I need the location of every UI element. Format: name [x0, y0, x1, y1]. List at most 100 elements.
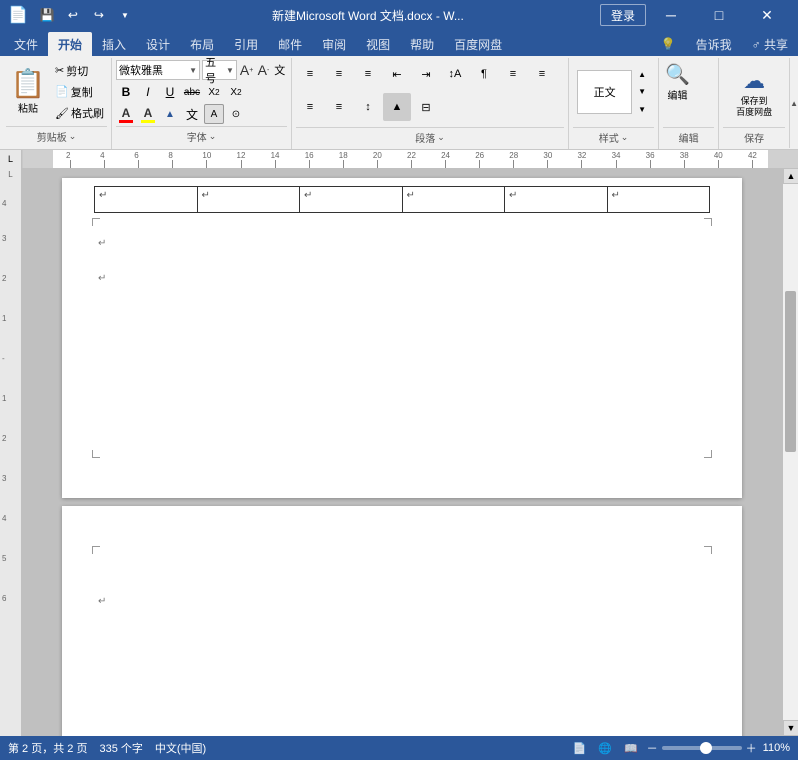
tab-file[interactable]: 文件: [4, 32, 48, 56]
qat-save-button[interactable]: 💾: [36, 4, 58, 26]
para-mark: ↵: [99, 190, 107, 201]
scroll-down-button[interactable]: ▼: [783, 720, 798, 736]
qat-customize-button[interactable]: ▼: [114, 4, 136, 26]
change-case-button[interactable]: 文: [273, 60, 287, 80]
numbering-button[interactable]: ≡: [325, 60, 353, 88]
indent-increase-button[interactable]: ⇥: [412, 60, 440, 88]
bullets-button[interactable]: ≡: [296, 60, 324, 88]
table-row-1[interactable]: ↵ ↵ ↵ ↵ ↵ ↵: [95, 187, 710, 213]
paste-label: 粘贴: [18, 100, 38, 115]
document-page-1[interactable]: ↵ ↵ ↵ ↵ ↵ ↵ ↵ ↵: [62, 178, 742, 498]
align-right-button[interactable]: ≡: [296, 93, 324, 121]
tab-review[interactable]: 审阅: [312, 32, 356, 56]
qat-redo-button[interactable]: ↪: [88, 4, 110, 26]
superscript-button[interactable]: X2: [226, 82, 246, 102]
font-color-button[interactable]: A: [116, 104, 136, 124]
zoom-track[interactable]: [662, 746, 742, 750]
tab-references[interactable]: 引用: [224, 32, 268, 56]
vruler-num-4: 4: [2, 199, 6, 208]
view-web-button[interactable]: 🌐: [595, 742, 615, 755]
tab-home[interactable]: 开始: [48, 32, 92, 56]
tab-design[interactable]: 设计: [136, 32, 180, 56]
scroll-up-button[interactable]: ▲: [783, 168, 798, 184]
paragraph-expand-button[interactable]: ⌄: [437, 132, 445, 143]
document-table[interactable]: ↵ ↵ ↵ ↵ ↵ ↵: [94, 186, 710, 213]
text-highlight-button[interactable]: A: [138, 104, 158, 124]
zoom-thumb[interactable]: [700, 742, 712, 754]
view-read-button[interactable]: 📖: [621, 742, 641, 755]
indent-decrease-button[interactable]: ⇤: [383, 60, 411, 88]
clipboard-expand-button[interactable]: ⌄: [69, 131, 77, 142]
zoom-plus-button[interactable]: ＋: [746, 740, 757, 756]
font-name-select[interactable]: 微软雅黑 ▼: [116, 60, 200, 80]
bold-button[interactable]: B: [116, 82, 136, 102]
table-cell-1-4[interactable]: ↵: [402, 187, 505, 213]
vertical-scrollbar[interactable]: ▲ ▼: [782, 168, 798, 736]
subscript-button[interactable]: X2: [204, 82, 224, 102]
justify-button[interactable]: ≡: [325, 93, 353, 121]
align-left-button[interactable]: ≡: [499, 60, 527, 88]
font-expand-button[interactable]: ⌄: [209, 131, 217, 142]
zoom-minus-button[interactable]: －: [647, 740, 658, 756]
para-mark: ↵: [202, 190, 210, 201]
borders-button[interactable]: ⊟: [412, 93, 440, 121]
decrease-font-button[interactable]: A-: [256, 60, 270, 80]
italic-button[interactable]: I: [138, 82, 158, 102]
char-border-button[interactable]: A: [204, 104, 224, 124]
close-button[interactable]: ✕: [744, 0, 790, 30]
char-spacing-button[interactable]: 文: [182, 104, 202, 124]
signin-button[interactable]: 登录: [600, 4, 646, 26]
view-print-button[interactable]: 📄: [570, 742, 590, 755]
format-painter-button[interactable]: 🖌 格式刷: [52, 104, 107, 122]
tab-baidu[interactable]: 百度网盘: [444, 32, 512, 56]
save-to-baidu-button[interactable]: ☁ 保存到百度网盘: [723, 64, 785, 122]
tab-lightbulb[interactable]: 💡: [651, 32, 686, 56]
cut-button[interactable]: ✂ 剪切: [52, 62, 107, 80]
table-cell-1-3[interactable]: ↵: [300, 187, 403, 213]
normal-style-button[interactable]: 正文: [577, 70, 632, 114]
font-size-select[interactable]: 五号 ▼: [202, 60, 237, 80]
scrollbar-track[interactable]: [783, 184, 798, 720]
styles-group-label: 样式 ⌄: [573, 127, 654, 147]
tab-layout[interactable]: 布局: [180, 32, 224, 56]
scrollbar-thumb[interactable]: [785, 291, 796, 452]
tab-tellme[interactable]: 告诉我: [686, 32, 742, 56]
document-area[interactable]: ↵ ↵ ↵ ↵ ↵ ↵ ↵ ↵ ↵: [22, 168, 782, 736]
tab-share[interactable]: ♂ 共享: [742, 32, 798, 56]
editing-group-label: 编辑: [663, 127, 714, 147]
styles-expand-button[interactable]: ⌄: [621, 132, 629, 143]
minimize-button[interactable]: ─: [648, 0, 694, 30]
find-button[interactable]: 🔍 编辑: [663, 60, 692, 104]
tab-mailings[interactable]: 邮件: [268, 32, 312, 56]
tab-view[interactable]: 视图: [356, 32, 400, 56]
qat-undo-button[interactable]: ↩: [62, 4, 84, 26]
font-color-row: A A ▲ 文 A ⊙: [116, 104, 287, 124]
show-marks-button[interactable]: ¶: [470, 60, 498, 88]
tab-help[interactable]: 帮助: [400, 32, 444, 56]
paste-button[interactable]: 📋 粘贴: [6, 60, 50, 124]
ribbon-collapse-button[interactable]: ▲: [789, 58, 798, 148]
table-cell-1-2[interactable]: ↵: [197, 187, 300, 213]
shading-button[interactable]: ▲: [383, 93, 411, 121]
copy-button[interactable]: 📄 复制: [52, 83, 107, 101]
styles-scroll[interactable]: ▲ ▼ ▼: [634, 70, 650, 114]
table-cell-1-1[interactable]: ↵: [95, 187, 198, 213]
strikethrough-button[interactable]: abc: [182, 82, 202, 102]
underline-button[interactable]: U: [160, 82, 180, 102]
table-cell-1-6[interactable]: ↵: [607, 187, 710, 213]
paragraph-group: ≡ ≡ ≡ ⇤ ⇥ ↕A ¶ ≡ ≡ ≡ ≡ ↕ ▲ ⊟ 段落 ⌄: [292, 58, 569, 149]
phonetic-button[interactable]: ⊙: [226, 104, 246, 124]
document-page-2[interactable]: ↵: [62, 506, 742, 736]
word-icon: 📄: [8, 5, 28, 25]
line-spacing-button[interactable]: ↕: [354, 93, 382, 121]
font-color-picker-button[interactable]: ▲: [160, 104, 180, 124]
sort-button[interactable]: ↕A: [441, 60, 469, 88]
maximize-button[interactable]: □: [696, 0, 742, 30]
multilevel-list-button[interactable]: ≡: [354, 60, 382, 88]
ruler-corner[interactable]: L: [0, 150, 22, 168]
table-cell-1-5[interactable]: ↵: [505, 187, 608, 213]
align-center-button[interactable]: ≡: [528, 60, 556, 88]
paragraph-group-label: 段落 ⌄: [296, 127, 564, 147]
tab-insert[interactable]: 插入: [92, 32, 136, 56]
increase-font-button[interactable]: A+: [239, 60, 254, 80]
